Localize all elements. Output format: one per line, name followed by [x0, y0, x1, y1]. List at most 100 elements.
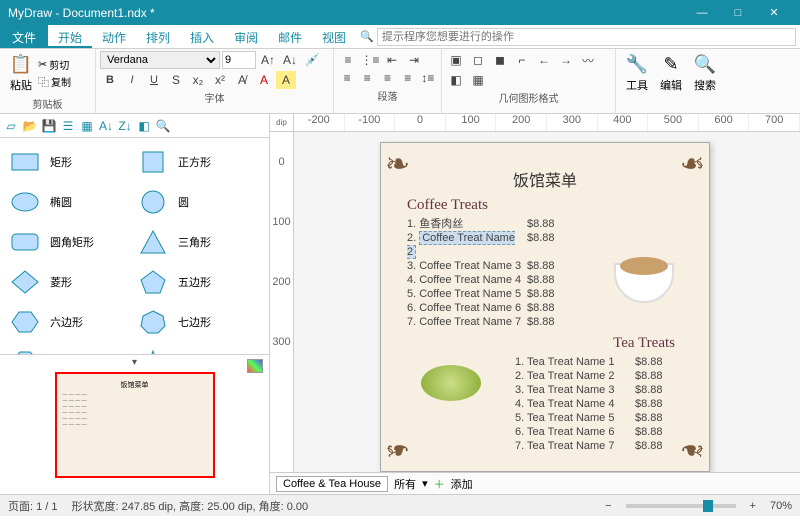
maximize-button[interactable]: □ — [720, 0, 756, 25]
shape-search-icon[interactable]: 🔍 — [154, 117, 172, 135]
font-size-input[interactable] — [222, 51, 256, 69]
shape-item[interactable]: 七边形 — [132, 302, 260, 342]
outdent-button[interactable]: ⇤ — [382, 51, 402, 69]
menu-row[interactable]: 1. Tea Treat Name 1$8.88 — [515, 355, 695, 369]
page-thumbnail[interactable]: 饭馆菜单 — — — —— — — —— — — —— — — —— — — —… — [55, 372, 215, 478]
menu-title[interactable]: 饭馆菜单 — [395, 167, 695, 191]
decrease-font-button[interactable]: A↓ — [280, 51, 300, 69]
shape-sort-az-icon[interactable]: A↓ — [97, 117, 115, 135]
chevron-down-icon[interactable]: ▾ — [422, 477, 428, 490]
thumb-dropdown-icon[interactable]: ▾ — [132, 357, 137, 368]
line-style-button[interactable]: 〰 — [578, 51, 598, 69]
app-title: MyDraw - Document1.ndx * — [8, 6, 684, 20]
add-page-icon[interactable]: ＋ — [434, 476, 445, 492]
ribbon-tab[interactable]: 动作 — [92, 25, 136, 48]
strike-button[interactable]: S — [166, 71, 186, 89]
arrow-start-button[interactable]: ← — [534, 51, 554, 69]
style-gallery-button[interactable]: ▦ — [468, 71, 488, 89]
filter-all[interactable]: 所有 — [394, 476, 416, 492]
canvas[interactable]: dip -200-1000100200300400500600700 01002… — [270, 114, 800, 494]
shape-item[interactable]: 菱形 — [4, 262, 132, 302]
palette-icon[interactable] — [247, 359, 263, 373]
tools-button[interactable]: 🔧工具 — [620, 51, 654, 95]
bullets-button[interactable]: ≡ — [338, 51, 358, 69]
line-spacing-button[interactable]: ↕≡ — [419, 69, 437, 87]
tea-image[interactable] — [401, 353, 501, 423]
corner-button[interactable]: ⌐ — [512, 51, 532, 69]
page-tab[interactable]: Coffee & Tea House — [276, 476, 388, 492]
menu-row[interactable]: 3. Tea Treat Name 3$8.88 — [515, 383, 695, 397]
shape-new-icon[interactable]: ▱ — [2, 117, 20, 135]
section-coffee[interactable]: Coffee Treats — [407, 197, 695, 214]
increase-font-button[interactable]: A↑ — [258, 51, 278, 69]
shape-collapse-icon[interactable]: ◧ — [135, 117, 153, 135]
ribbon-tab[interactable]: 邮件 — [268, 25, 312, 48]
eyedropper-button[interactable]: 💉 — [302, 51, 322, 69]
zoom-out-button[interactable]: − — [605, 500, 611, 512]
ribbon-tab[interactable]: 排列 — [136, 25, 180, 48]
shape-item[interactable]: 五边形 — [132, 262, 260, 302]
tell-me-input[interactable] — [377, 28, 796, 46]
zoom-slider[interactable] — [626, 504, 736, 508]
align-center-button[interactable]: ≡ — [358, 69, 376, 87]
indent-button[interactable]: ⇥ — [404, 51, 424, 69]
shape-grid-icon[interactable]: ▦ — [78, 117, 96, 135]
menu-row[interactable]: 2. Tea Treat Name 2$8.88 — [515, 369, 695, 383]
file-tab[interactable]: 文件 — [0, 25, 48, 48]
paste-button[interactable]: 📋粘贴 — [4, 51, 38, 95]
shape-item[interactable]: 圆 — [132, 182, 260, 222]
menu-row[interactable]: 4. Tea Treat Name 4$8.88 — [515, 397, 695, 411]
highlight-button[interactable]: A — [276, 71, 296, 89]
document-page[interactable]: ❧ ❧ ❧ ❧ 饭馆菜单 Coffee Treats 1. 鱼香肉丝$8.882… — [380, 142, 710, 472]
italic-button[interactable]: I — [122, 71, 142, 89]
add-page-label[interactable]: 添加 — [451, 476, 473, 492]
superscript-button[interactable]: x² — [210, 71, 230, 89]
shape-item[interactable]: 五角星 — [132, 342, 260, 354]
shape-icon — [136, 148, 170, 176]
align-right-button[interactable]: ≡ — [378, 69, 396, 87]
underline-button[interactable]: U — [144, 71, 164, 89]
align-left-button[interactable]: ≡ — [338, 69, 356, 87]
shape-save-icon[interactable]: 💾 — [40, 117, 58, 135]
shape-item[interactable]: 正方形 — [132, 142, 260, 182]
shape-item[interactable]: 圆角矩形 — [4, 222, 132, 262]
fill-button[interactable]: ▣ — [446, 51, 466, 69]
shapes-grid: 矩形正方形椭圆圆圆角矩形三角形菱形五边形六边形七边形八边形五角星六角星七芒星 — [0, 138, 269, 354]
clear-format-button[interactable]: A̸ — [232, 71, 252, 89]
ribbon-tab[interactable]: 插入 — [180, 25, 224, 48]
shape-item[interactable]: 八边形 — [4, 342, 132, 354]
shape-label: 矩形 — [50, 154, 72, 170]
justify-button[interactable]: ≡ — [399, 69, 417, 87]
shape-sort-za-icon[interactable]: Z↓ — [116, 117, 134, 135]
ribbon-tab[interactable]: 视图 — [312, 25, 356, 48]
zoom-in-button[interactable]: + — [750, 500, 756, 512]
shape-open-icon[interactable]: 📂 — [21, 117, 39, 135]
numbering-button[interactable]: ⋮≡ — [360, 51, 380, 69]
search-button[interactable]: 🔍搜索 — [688, 51, 722, 95]
shadow-button[interactable]: ◼ — [490, 51, 510, 69]
shape-item[interactable]: 矩形 — [4, 142, 132, 182]
close-button[interactable]: ✕ — [756, 0, 792, 25]
subscript-button[interactable]: x₂ — [188, 71, 208, 89]
menu-row[interactable]: 1. 鱼香肉丝$8.88 — [407, 217, 695, 231]
ribbon-tab[interactable]: 开始 — [48, 25, 92, 48]
copy-button[interactable]: ⿻复制 — [38, 74, 71, 90]
minimize-button[interactable]: — — [684, 0, 720, 25]
shape-item[interactable]: 六边形 — [4, 302, 132, 342]
shape-label: 三角形 — [178, 234, 211, 250]
ribbon-tab[interactable]: 审阅 — [224, 25, 268, 48]
edit-button[interactable]: ✎编辑 — [654, 51, 688, 95]
cut-button[interactable]: ✂剪切 — [38, 57, 71, 72]
coffee-image[interactable] — [599, 253, 689, 323]
font-name-select[interactable]: Verdana — [100, 51, 220, 69]
section-tea[interactable]: Tea Treats — [395, 335, 675, 352]
font-color-button[interactable]: A — [254, 71, 274, 89]
outline-button[interactable]: ◻ — [468, 51, 488, 69]
shape-item[interactable]: 椭圆 — [4, 182, 132, 222]
arrow-end-button[interactable]: → — [556, 51, 576, 69]
bold-button[interactable]: B — [100, 71, 120, 89]
shape-item[interactable]: 三角形 — [132, 222, 260, 262]
shape-icon — [8, 308, 42, 336]
theme-button[interactable]: ◧ — [446, 71, 466, 89]
shape-list-icon[interactable]: ☰ — [59, 117, 77, 135]
